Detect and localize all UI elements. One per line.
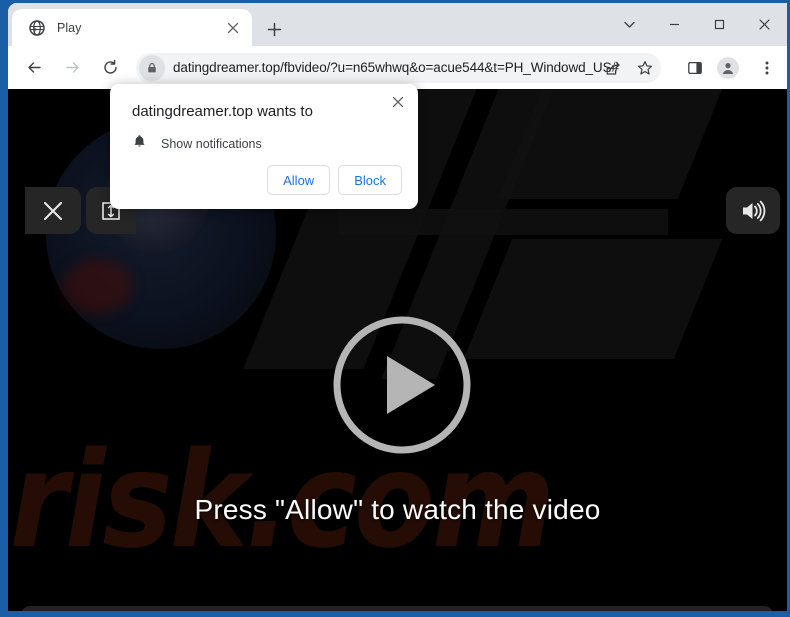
bookmark-star-icon[interactable]: [629, 53, 661, 83]
dialog-actions: Allow Block: [267, 165, 402, 195]
bell-icon: [132, 134, 147, 154]
new-tab-button[interactable]: [260, 15, 288, 43]
tab-strip: Play: [8, 3, 787, 46]
tab-search-chevron-button[interactable]: [607, 3, 652, 46]
toolbar-right-icons: [669, 52, 783, 84]
minimize-icon: [670, 23, 679, 26]
profile-avatar-icon[interactable]: [717, 56, 739, 79]
video-close-button[interactable]: [25, 187, 81, 234]
arrow-left-icon: [27, 62, 41, 73]
padlock-icon[interactable]: [139, 54, 165, 81]
browser-toolbar: datingdreamer.top/fbvideo/?u=n65whwq&o=a…: [8, 46, 787, 89]
plus-icon: [267, 22, 281, 36]
browser-window: Play datingdreamer.top/fbvideo/?u=n65whw…: [0, 0, 790, 617]
maximize-button[interactable]: [697, 3, 742, 46]
close-icon: [759, 19, 770, 30]
window-controls: [607, 3, 787, 46]
dialog-permission-label: Show notifications: [161, 137, 262, 151]
browser-tab-play[interactable]: Play: [12, 9, 252, 46]
chevron-down-icon: [624, 21, 635, 28]
reload-button[interactable]: [94, 52, 126, 84]
video-caption: Press "Allow" to watch the video: [194, 494, 601, 525]
back-button[interactable]: [18, 52, 50, 84]
url-text[interactable]: datingdreamer.top/fbvideo/?u=n65whwq&o=a…: [173, 60, 661, 75]
reload-icon: [103, 59, 117, 74]
video-controls-bar: 0:06 -0:37 15: [21, 606, 773, 611]
background-shape: [338, 209, 668, 235]
block-button[interactable]: Block: [338, 165, 402, 195]
browser-chrome: Play datingdreamer.top/fbvideo/?u=n65whw…: [8, 3, 787, 89]
three-dot-menu-icon[interactable]: [751, 52, 783, 84]
forward-button[interactable]: [56, 52, 88, 84]
minimize-button[interactable]: [652, 3, 697, 46]
video-volume-button[interactable]: [726, 187, 780, 234]
play-circle-icon: [333, 316, 471, 454]
center-play-button[interactable]: [330, 313, 474, 457]
background-blob-red: [63, 259, 133, 314]
omnibox-actions: [597, 53, 661, 83]
globe-icon: [28, 19, 45, 36]
close-window-button[interactable]: [742, 3, 787, 46]
arrow-right-icon: [65, 62, 79, 73]
background-shape: [463, 239, 723, 359]
dialog-title: datingdreamer.top wants to: [132, 103, 313, 120]
dialog-permission-row: Show notifications: [132, 134, 262, 154]
side-panel-icon[interactable]: [679, 52, 711, 84]
tab-title: Play: [57, 20, 82, 35]
tab-close-icon[interactable]: [220, 15, 246, 41]
close-x-icon: [43, 201, 63, 220]
notification-permission-dialog: datingdreamer.top wants to Show notifica…: [110, 84, 418, 209]
allow-button[interactable]: Allow: [267, 165, 331, 195]
speaker-on-icon: [743, 200, 766, 221]
address-bar[interactable]: datingdreamer.top/fbvideo/?u=n65whwq&o=a…: [136, 52, 661, 83]
share-icon[interactable]: [597, 53, 629, 83]
dialog-close-icon[interactable]: [385, 89, 411, 115]
maximize-icon: [714, 19, 725, 30]
